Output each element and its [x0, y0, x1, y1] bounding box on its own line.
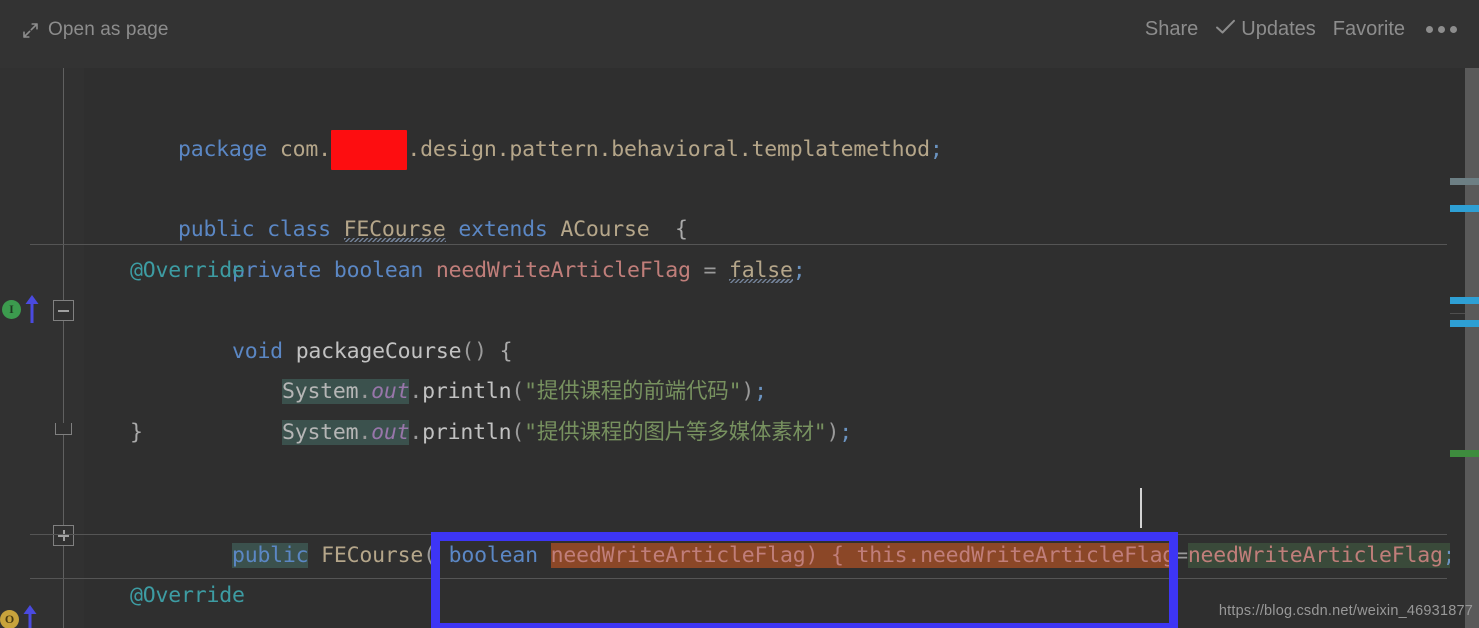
token-package-rest: .design.pattern.behavioral.templatemetho… [407, 137, 930, 162]
dot-2 [1438, 26, 1445, 34]
scrollbar-tick [1450, 313, 1465, 314]
token-println-2: println [422, 420, 512, 445]
top-toolbar: Open as page Share Updates Favorite [0, 0, 1479, 68]
code-line-println-2[interactable]: System.out.println("提供课程的图片等多媒体素材"); [180, 373, 852, 493]
more-dots-icon[interactable] [1422, 26, 1461, 34]
scrollbar-thumb[interactable] [1465, 68, 1479, 628]
vcs-change-marker[interactable] [1450, 450, 1479, 457]
implementing-method-icon[interactable]: I [2, 300, 21, 319]
token-system-out-highlight-2: System.out [281, 420, 410, 445]
overriding-method-badge: O [0, 610, 19, 628]
toolbar-actions: Share Updates Favorite [1145, 18, 1461, 41]
token-literal-false: false [729, 258, 793, 283]
usage-marker-3[interactable] [1450, 320, 1479, 327]
token-ctor-name: FECourse [321, 543, 424, 568]
token-keyword-public-2: public [231, 543, 309, 568]
editor-scrollbar[interactable] [1450, 68, 1479, 628]
token-dot-4: . [409, 420, 423, 445]
token-semicolon-2: ; [792, 258, 806, 283]
favorite-button[interactable]: Favorite [1333, 18, 1405, 41]
fold-region-end-marker[interactable] [55, 423, 72, 435]
search-match-highlight: needWriteArticleFlag; [1187, 543, 1456, 568]
screenshot-root: Open as page Share Updates Favorite 6.1 … [0, 0, 1479, 628]
token-package-prefix: com. [279, 137, 331, 162]
fold-collapse-marker[interactable] [53, 300, 74, 321]
overriding-method-icon[interactable]: O [0, 610, 19, 628]
dot-1 [1426, 26, 1433, 34]
check-icon [1215, 18, 1236, 41]
code-line-override-1[interactable]: @Override [130, 251, 245, 291]
usage-marker-1[interactable] [1450, 205, 1479, 212]
token-field-name: needWriteArticleFlag [435, 258, 691, 283]
token-public-highlight: public [231, 543, 309, 568]
navigate-up-arrow-icon[interactable] [24, 294, 40, 329]
open-as-page-button[interactable]: Open as page [22, 19, 169, 41]
code-editor[interactable]: I O package com. .design.pattern.behavio… [0, 68, 1479, 628]
redaction-block: ██████ [330, 130, 408, 170]
token-out-2: out [371, 420, 410, 445]
token-semicolon-4: ; [839, 420, 853, 445]
code-line-override-2[interactable]: @Override [130, 576, 245, 616]
share-button[interactable]: Share [1145, 18, 1198, 41]
code-line-close-brace[interactable]: } [130, 413, 143, 453]
updates-button[interactable]: Updates [1215, 18, 1316, 41]
usage-marker-2[interactable] [1450, 297, 1479, 304]
token-system-2: System [281, 420, 359, 445]
caret-position-marker[interactable] [1450, 178, 1479, 185]
fold-expand-marker[interactable] [53, 525, 74, 546]
token-semicolon-1: ; [929, 137, 943, 162]
editor-gutter[interactable]: I O [0, 68, 84, 628]
token-equals-1: = [703, 258, 717, 283]
expand-arrow-icon [22, 22, 39, 39]
annotation-callout-box [431, 532, 1178, 628]
token-string-media: "提供课程的图片等多媒体素材" [524, 420, 827, 445]
token-keyword-private: private [231, 258, 322, 283]
open-as-page-label: Open as page [48, 19, 169, 40]
watermark-url: https://blog.csdn.net/weixin_46931877 [1218, 603, 1473, 619]
token-keyword-package: package [177, 137, 268, 162]
token-dot-3: . [358, 420, 372, 445]
token-keyword-boolean-1: boolean [333, 258, 424, 283]
token-match-text: needWriteArticleFlag [1187, 543, 1443, 568]
text-caret [1140, 488, 1142, 528]
dot-3 [1450, 26, 1457, 34]
navigate-up-arrow-icon-2[interactable] [22, 604, 38, 628]
implementing-method-badge: I [2, 300, 21, 319]
updates-label: Updates [1241, 18, 1316, 40]
